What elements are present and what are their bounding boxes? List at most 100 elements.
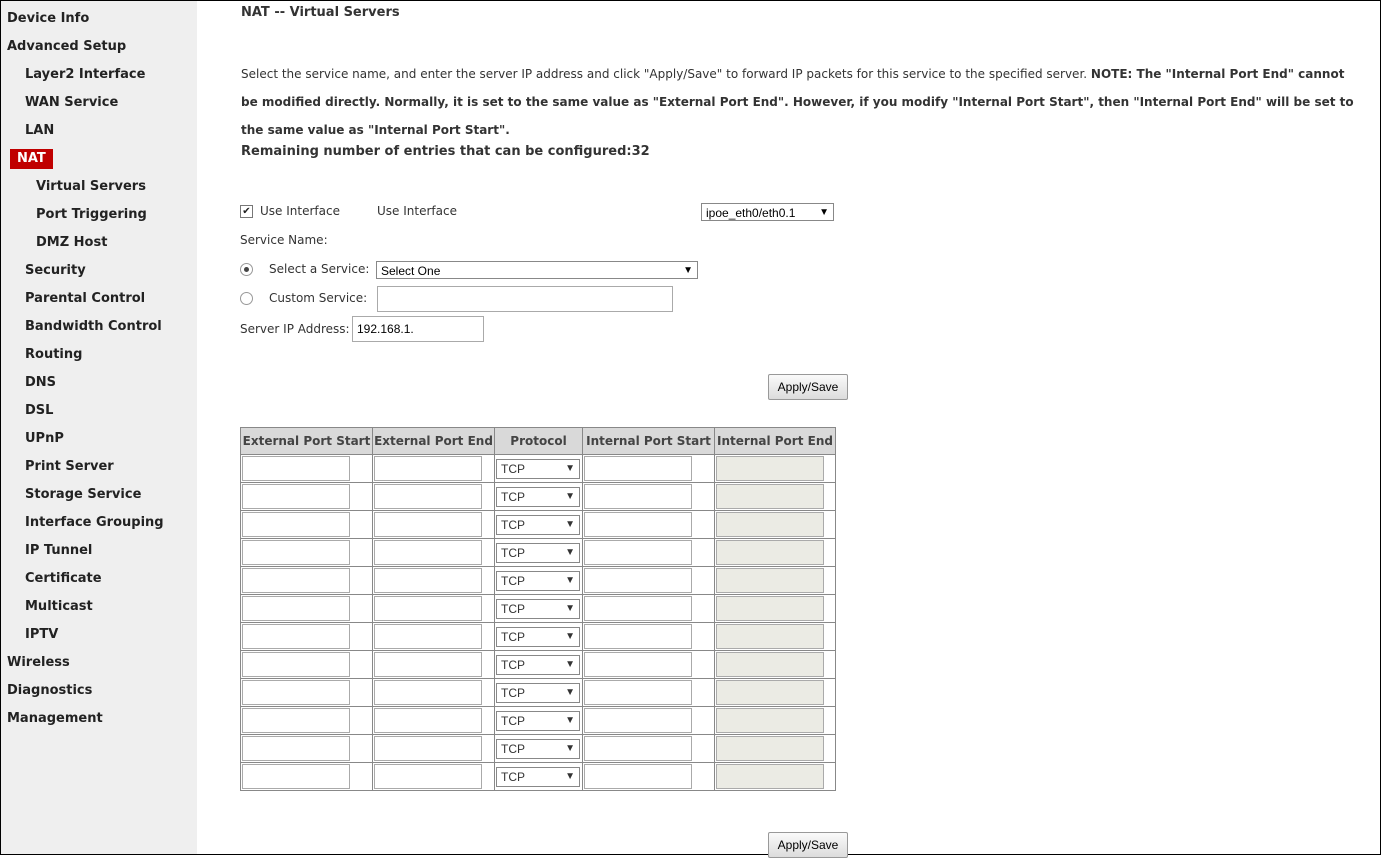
external-port-end-input[interactable]: [374, 540, 482, 565]
external-port-start-input[interactable]: [242, 624, 350, 649]
sidebar-item-dmz-host[interactable]: DMZ Host: [1, 232, 107, 254]
external-port-end-input[interactable]: [374, 596, 482, 621]
internal-port-start-input[interactable]: [584, 512, 692, 537]
external-port-start-input[interactable]: [242, 512, 350, 537]
sidebar-item-dns[interactable]: DNS: [1, 372, 56, 394]
custom-service-input[interactable]: [377, 286, 673, 312]
protocol-select[interactable]: TCP ▼: [496, 487, 580, 507]
table-row: TCP ▼: [240, 482, 836, 511]
external-port-end-input[interactable]: [374, 708, 482, 733]
external-port-start-input[interactable]: [242, 736, 350, 761]
description: Select the service name, and enter the s…: [241, 60, 1361, 144]
internal-port-start-input[interactable]: [584, 652, 692, 677]
sidebar-item-dsl[interactable]: DSL: [1, 400, 53, 422]
protocol-select[interactable]: TCP ▼: [496, 599, 580, 619]
external-port-start-input[interactable]: [242, 764, 350, 789]
protocol-select[interactable]: TCP ▼: [496, 683, 580, 703]
external-port-end-input[interactable]: [374, 736, 482, 761]
external-port-start-input[interactable]: [242, 456, 350, 481]
protocol-select[interactable]: TCP ▼: [496, 739, 580, 759]
sidebar-item-diagnostics[interactable]: Diagnostics: [1, 680, 92, 702]
service-select[interactable]: Select One ▼: [376, 261, 698, 279]
internal-port-end-input: [716, 736, 824, 761]
protocol-select[interactable]: TCP ▼: [496, 459, 580, 479]
select-service-radio[interactable]: [240, 263, 253, 276]
sidebar-item-ip-tunnel[interactable]: IP Tunnel: [1, 540, 92, 562]
sidebar-item-wireless[interactable]: Wireless: [1, 652, 70, 674]
sidebar-item-upnp[interactable]: UPnP: [1, 428, 64, 450]
internal-port-start-input[interactable]: [584, 484, 692, 509]
sidebar-item-port-triggering[interactable]: Port Triggering: [1, 204, 147, 226]
sidebar-item-security[interactable]: Security: [1, 260, 86, 282]
external-port-start-input[interactable]: [242, 568, 350, 593]
protocol-select[interactable]: TCP ▼: [496, 627, 580, 647]
external-port-end-input[interactable]: [374, 680, 482, 705]
external-port-end-input[interactable]: [374, 484, 482, 509]
sidebar-item-layer2-interface[interactable]: Layer2 Interface: [1, 64, 145, 86]
external-port-start-input[interactable]: [242, 540, 350, 565]
internal-port-start-input[interactable]: [584, 736, 692, 761]
remaining-label: Remaining number of entries that can be …: [241, 144, 632, 159]
protocol-select[interactable]: TCP ▼: [496, 543, 580, 563]
protocol-select[interactable]: TCP ▼: [496, 655, 580, 675]
internal-port-start-input[interactable]: [584, 456, 692, 481]
external-port-end-input[interactable]: [374, 456, 482, 481]
internal-port-start-input[interactable]: [584, 680, 692, 705]
protocol-select[interactable]: TCP ▼: [496, 571, 580, 591]
internal-port-start-input[interactable]: [584, 764, 692, 789]
table-cell: TCP ▼: [494, 538, 583, 567]
chevron-down-icon: ▼: [565, 491, 575, 502]
external-port-start-input[interactable]: [242, 484, 350, 509]
external-port-end-input[interactable]: [374, 624, 482, 649]
external-port-end-input[interactable]: [374, 652, 482, 677]
sidebar-item-storage-service[interactable]: Storage Service: [1, 484, 141, 506]
table-cell: [582, 538, 715, 567]
sidebar-item-multicast[interactable]: Multicast: [1, 596, 93, 618]
protocol-select[interactable]: TCP ▼: [496, 515, 580, 535]
sidebar-item-iptv[interactable]: IPTV: [1, 624, 58, 646]
internal-port-start-input[interactable]: [584, 708, 692, 733]
sidebar-item-virtual-servers[interactable]: Virtual Servers: [1, 176, 146, 198]
sidebar-item-lan[interactable]: LAN: [1, 120, 54, 142]
description-text: Select the service name, and enter the s…: [241, 67, 1091, 81]
sidebar-item-certificate[interactable]: Certificate: [1, 568, 102, 590]
internal-port-start-input[interactable]: [584, 596, 692, 621]
external-port-start-input[interactable]: [242, 708, 350, 733]
internal-port-end-input: [716, 680, 824, 705]
table-cell: [582, 734, 715, 763]
server-ip-input[interactable]: 192.168.1.: [352, 316, 484, 342]
use-interface-checkbox[interactable]: ✔: [240, 205, 253, 218]
sidebar-item-wan-service[interactable]: WAN Service: [1, 92, 118, 114]
table-cell: TCP ▼: [494, 678, 583, 707]
table-cell: [372, 594, 495, 623]
table-cell: TCP ▼: [494, 622, 583, 651]
external-port-start-input[interactable]: [242, 596, 350, 621]
chevron-down-icon: ▼: [565, 631, 575, 642]
sidebar-item-nat[interactable]: NAT: [10, 149, 53, 169]
table-cell: [582, 706, 715, 735]
apply-save-button-bottom[interactable]: Apply/Save: [768, 832, 848, 858]
table-cell: [714, 734, 836, 763]
interface-select[interactable]: ipoe_eth0/eth0.1 ▼: [701, 203, 834, 221]
protocol-select[interactable]: TCP ▼: [496, 767, 580, 787]
internal-port-start-input[interactable]: [584, 568, 692, 593]
sidebar-item-device-info[interactable]: Device Info: [1, 8, 89, 30]
sidebar-item-management[interactable]: Management: [1, 708, 103, 730]
table-cell: [372, 762, 495, 791]
external-port-start-input[interactable]: [242, 680, 350, 705]
external-port-end-input[interactable]: [374, 512, 482, 537]
external-port-start-input[interactable]: [242, 652, 350, 677]
sidebar-item-bandwidth-control[interactable]: Bandwidth Control: [1, 316, 162, 338]
external-port-end-input[interactable]: [374, 764, 482, 789]
sidebar-item-advanced-setup[interactable]: Advanced Setup: [1, 36, 126, 58]
apply-save-button-top[interactable]: Apply/Save: [768, 374, 848, 400]
sidebar-item-parental-control[interactable]: Parental Control: [1, 288, 145, 310]
sidebar-item-print-server[interactable]: Print Server: [1, 456, 114, 478]
external-port-end-input[interactable]: [374, 568, 482, 593]
protocol-select[interactable]: TCP ▼: [496, 711, 580, 731]
sidebar-item-routing[interactable]: Routing: [1, 344, 82, 366]
custom-service-radio[interactable]: [240, 292, 253, 305]
internal-port-start-input[interactable]: [584, 624, 692, 649]
sidebar-item-interface-grouping[interactable]: Interface Grouping: [1, 512, 164, 534]
internal-port-start-input[interactable]: [584, 540, 692, 565]
